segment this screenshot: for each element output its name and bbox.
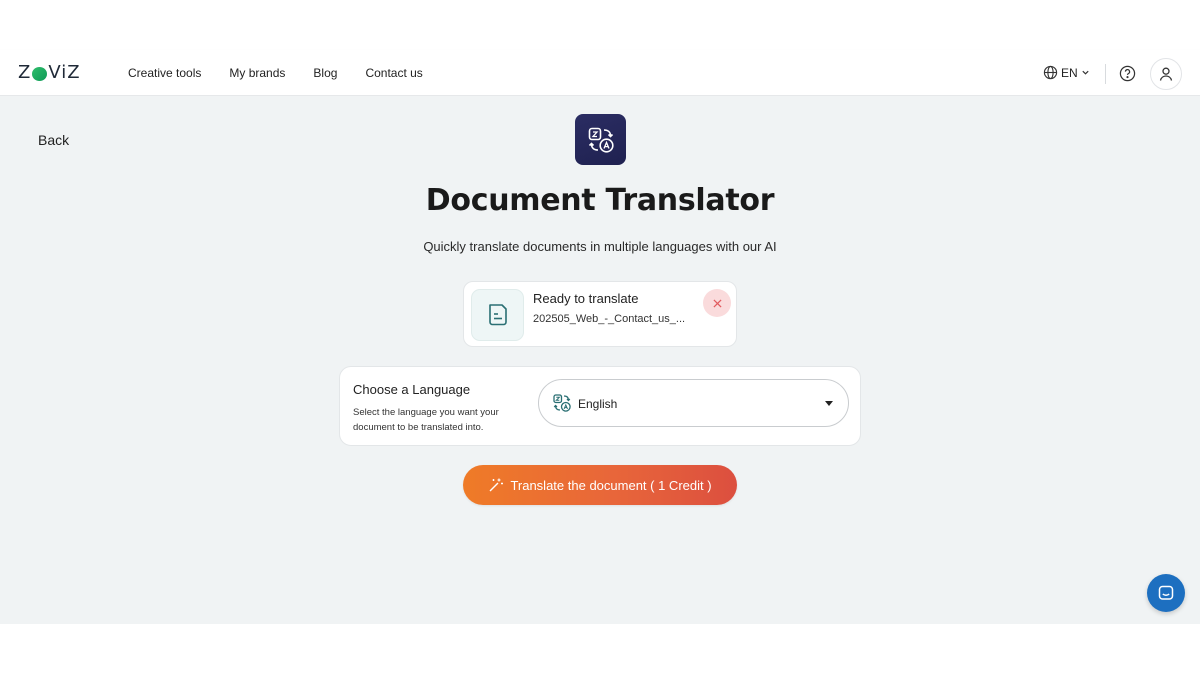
language-switcher[interactable]: EN bbox=[1043, 65, 1090, 80]
user-avatar-button[interactable] bbox=[1150, 58, 1182, 90]
header-divider bbox=[1105, 64, 1106, 84]
file-thumbnail bbox=[471, 289, 524, 341]
file-name: 202505_Web_-_Contact_us_... bbox=[533, 313, 686, 325]
zoviz-logo[interactable]: Z ViZ bbox=[18, 62, 81, 83]
language-card-title: Choose a Language bbox=[353, 382, 471, 397]
main-nav: Creative tools My brands Blog Contact us bbox=[128, 66, 423, 80]
nav-item-blog[interactable]: Blog bbox=[313, 66, 337, 80]
globe-icon bbox=[1043, 65, 1058, 80]
nav-item-creative-tools[interactable]: Creative tools bbox=[128, 66, 201, 80]
magic-wand-icon bbox=[489, 478, 504, 492]
translate-document-button[interactable]: Translate the document ( 1 Credit ) bbox=[463, 465, 737, 505]
translate-small-icon bbox=[553, 394, 571, 412]
file-status: Ready to translate bbox=[533, 291, 639, 306]
back-link[interactable]: Back bbox=[38, 132, 69, 148]
nav-item-contact-us[interactable]: Contact us bbox=[365, 66, 422, 80]
nav-item-my-brands[interactable]: My brands bbox=[229, 66, 285, 80]
main-content: Back Document Translator Quickly transla… bbox=[0, 96, 1200, 624]
top-navbar: Z ViZ Creative tools My brands Blog Cont… bbox=[0, 50, 1200, 96]
logo-left: Z bbox=[18, 62, 32, 83]
user-icon bbox=[1159, 67, 1173, 81]
caret-down-icon bbox=[825, 401, 833, 406]
remove-file-button[interactable] bbox=[703, 289, 731, 317]
chevron-down-icon bbox=[1082, 70, 1089, 75]
logo-o-mark-icon bbox=[32, 67, 48, 81]
language-selection-card: Choose a Language Select the language yo… bbox=[339, 366, 861, 446]
close-icon bbox=[712, 298, 722, 308]
chat-icon bbox=[1158, 585, 1174, 600]
chat-widget-button[interactable] bbox=[1147, 574, 1185, 612]
language-code: EN bbox=[1061, 65, 1078, 80]
page-subtitle: Quickly translate documents in multiple … bbox=[423, 239, 777, 254]
document-icon bbox=[488, 304, 507, 326]
uploaded-file-card: Ready to translate 202505_Web_-_Contact_… bbox=[463, 281, 737, 347]
language-card-help: Select the language you want your docume… bbox=[353, 407, 499, 433]
help-icon[interactable] bbox=[1119, 65, 1136, 82]
translate-icon bbox=[588, 127, 614, 153]
page-title: Document Translator bbox=[425, 183, 775, 218]
selected-language: English bbox=[578, 397, 618, 411]
translate-button-label: Translate the document ( 1 Credit ) bbox=[510, 477, 712, 493]
logo-right: ViZ bbox=[48, 62, 81, 83]
document-translator-tool-icon bbox=[575, 114, 626, 165]
language-dropdown[interactable]: English bbox=[538, 379, 849, 427]
